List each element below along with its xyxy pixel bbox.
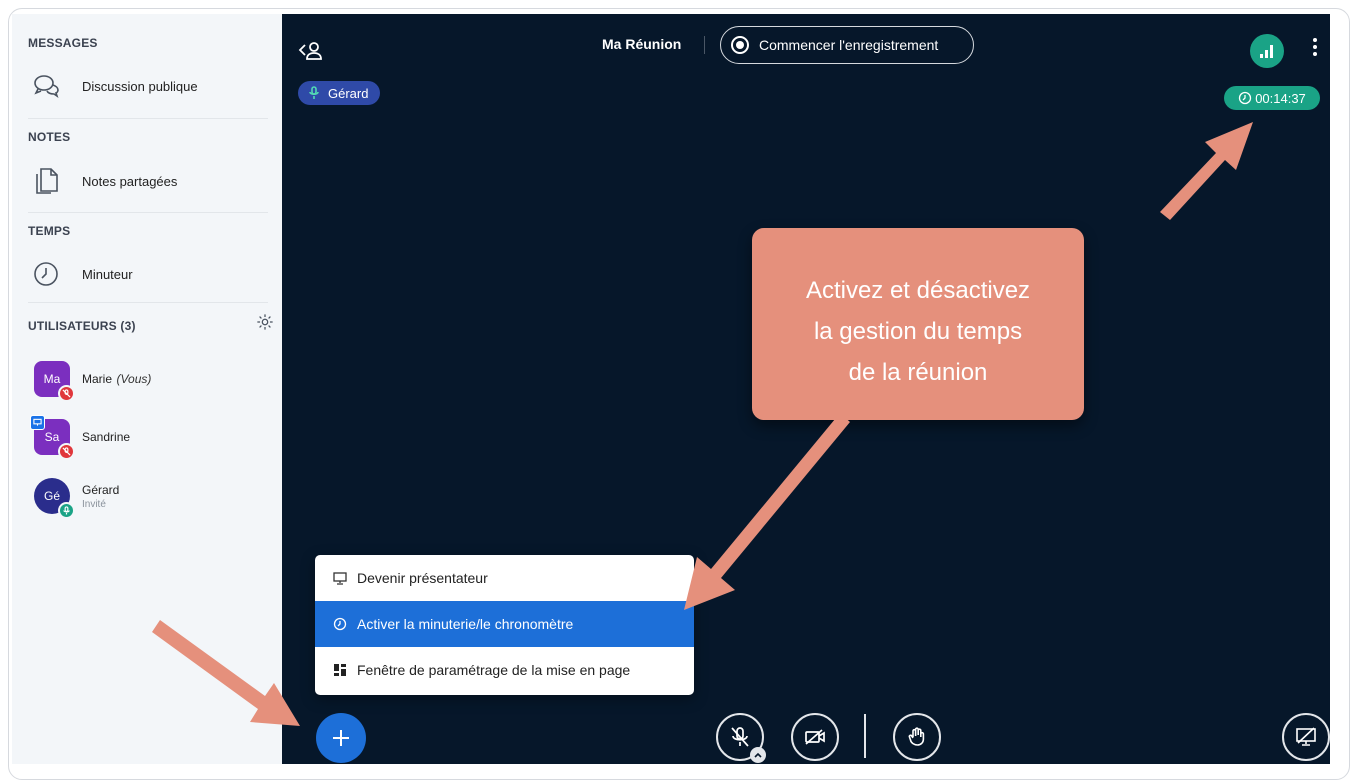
user-name: Gérard — [82, 482, 120, 497]
meeting-timer-badge[interactable]: 00:14:37 — [1224, 86, 1320, 110]
sidebar-item-shared-notes[interactable]: Notes partagées — [28, 161, 268, 201]
start-recording-label: Commencer l'enregistrement — [759, 37, 939, 53]
muted-mic-icon — [58, 443, 75, 460]
mute-microphone-button[interactable] — [716, 713, 766, 763]
share-webcam-button[interactable] — [791, 713, 839, 761]
user-role: Invité — [82, 498, 106, 510]
mic-icon — [58, 502, 75, 519]
clock-icon — [333, 617, 347, 631]
more-options-icon[interactable] — [1307, 36, 1323, 66]
current-talker-badge: Gérard — [298, 81, 381, 105]
timer-value: 00:14:37 — [1255, 90, 1306, 106]
notes-section-title: NOTES — [28, 130, 71, 144]
menu-item-layout-settings[interactable]: Fenêtre de paramétrage de la mise en pag… — [315, 647, 694, 693]
sidebar-item-public-chat[interactable]: Discussion publique — [28, 66, 268, 106]
document-copy-icon — [28, 163, 64, 199]
callout-line: de la réunion — [848, 359, 988, 386]
users-section-title: UTILISATEURS (3) — [28, 319, 136, 333]
presentation-screen-icon — [333, 571, 347, 585]
divider — [704, 36, 705, 54]
gear-icon[interactable] — [256, 313, 276, 333]
user-list-item[interactable]: Ma Marie (Vous) — [34, 359, 152, 402]
user-list-item[interactable]: Sa Sandrine — [30, 415, 131, 460]
presentation-off-icon — [1296, 727, 1316, 746]
chat-bubbles-icon — [28, 68, 64, 104]
avatar-initials: Ma — [43, 372, 61, 386]
menu-item-label: Activer la minuterie/le chronomètre — [357, 616, 574, 632]
actions-menu: Devenir présentateur Activer la minuteri… — [315, 555, 694, 695]
time-section-title: TEMPS — [28, 224, 71, 238]
record-icon — [731, 36, 749, 54]
divider — [28, 302, 268, 303]
callout-line: Activez et désactivez — [805, 277, 1031, 304]
public-chat-label: Discussion publique — [82, 78, 198, 94]
tutorial-callout: Activez et désactivez la gestion du temp… — [752, 228, 1084, 420]
presenter-icon — [30, 415, 45, 430]
menu-item-label: Devenir présentateur — [357, 570, 488, 586]
raise-hand-button[interactable] — [893, 713, 941, 761]
menu-item-become-presenter[interactable]: Devenir présentateur — [315, 555, 694, 601]
menu-item-label: Fenêtre de paramétrage de la mise en pag… — [357, 662, 631, 678]
messages-section-title: MESSAGES — [28, 36, 98, 50]
divider — [28, 212, 268, 213]
plus-icon — [333, 730, 349, 746]
clock-icon — [1239, 91, 1252, 105]
start-recording-button[interactable]: Commencer l'enregistrement — [720, 26, 974, 64]
talker-name: Gérard — [328, 85, 369, 101]
restore-presentation-button[interactable] — [1282, 713, 1330, 761]
presentation-area: Gérard Ma Réunion Commencer l'enregistre… — [282, 14, 1330, 764]
actions-plus-button[interactable] — [316, 713, 366, 763]
avatar: Gé — [34, 478, 75, 519]
muted-mic-icon — [58, 385, 75, 402]
avatar-initials: Gé — [43, 489, 60, 503]
avatar-initials: Sa — [44, 430, 60, 444]
camera-off-icon — [805, 729, 825, 745]
user-you-suffix: (Vous) — [116, 372, 152, 386]
hand-icon — [908, 727, 925, 746]
mic-icon — [309, 86, 319, 99]
clock-icon — [28, 256, 64, 292]
layout-grid-icon — [333, 663, 347, 677]
user-name: Sandrine — [82, 430, 131, 444]
signal-bars-icon — [1260, 45, 1273, 58]
shared-notes-label: Notes partagées — [82, 173, 178, 189]
user-list-item[interactable]: Gé Gérard Invité — [34, 476, 120, 519]
avatar: Sa — [30, 415, 75, 460]
sidebar: MESSAGES Discussion publique NOTES Notes… — [12, 14, 282, 764]
muted-mic-icon — [731, 727, 749, 747]
menu-item-activate-timer[interactable]: Activer la minuterie/le chronomètre — [315, 601, 694, 647]
divider — [864, 714, 866, 758]
meeting-title: Ma Réunion — [602, 36, 682, 52]
user-name: Marie — [82, 372, 113, 386]
avatar: Ma — [34, 361, 75, 402]
toggle-user-list-icon[interactable] — [298, 40, 326, 64]
connection-status-button[interactable] — [1250, 34, 1284, 68]
timer-label: Minuteur — [82, 266, 133, 282]
divider — [28, 118, 268, 119]
sidebar-item-timer[interactable]: Minuteur — [28, 254, 268, 294]
callout-line: la gestion du temps — [813, 318, 1023, 345]
chevron-up-icon[interactable] — [750, 747, 766, 763]
